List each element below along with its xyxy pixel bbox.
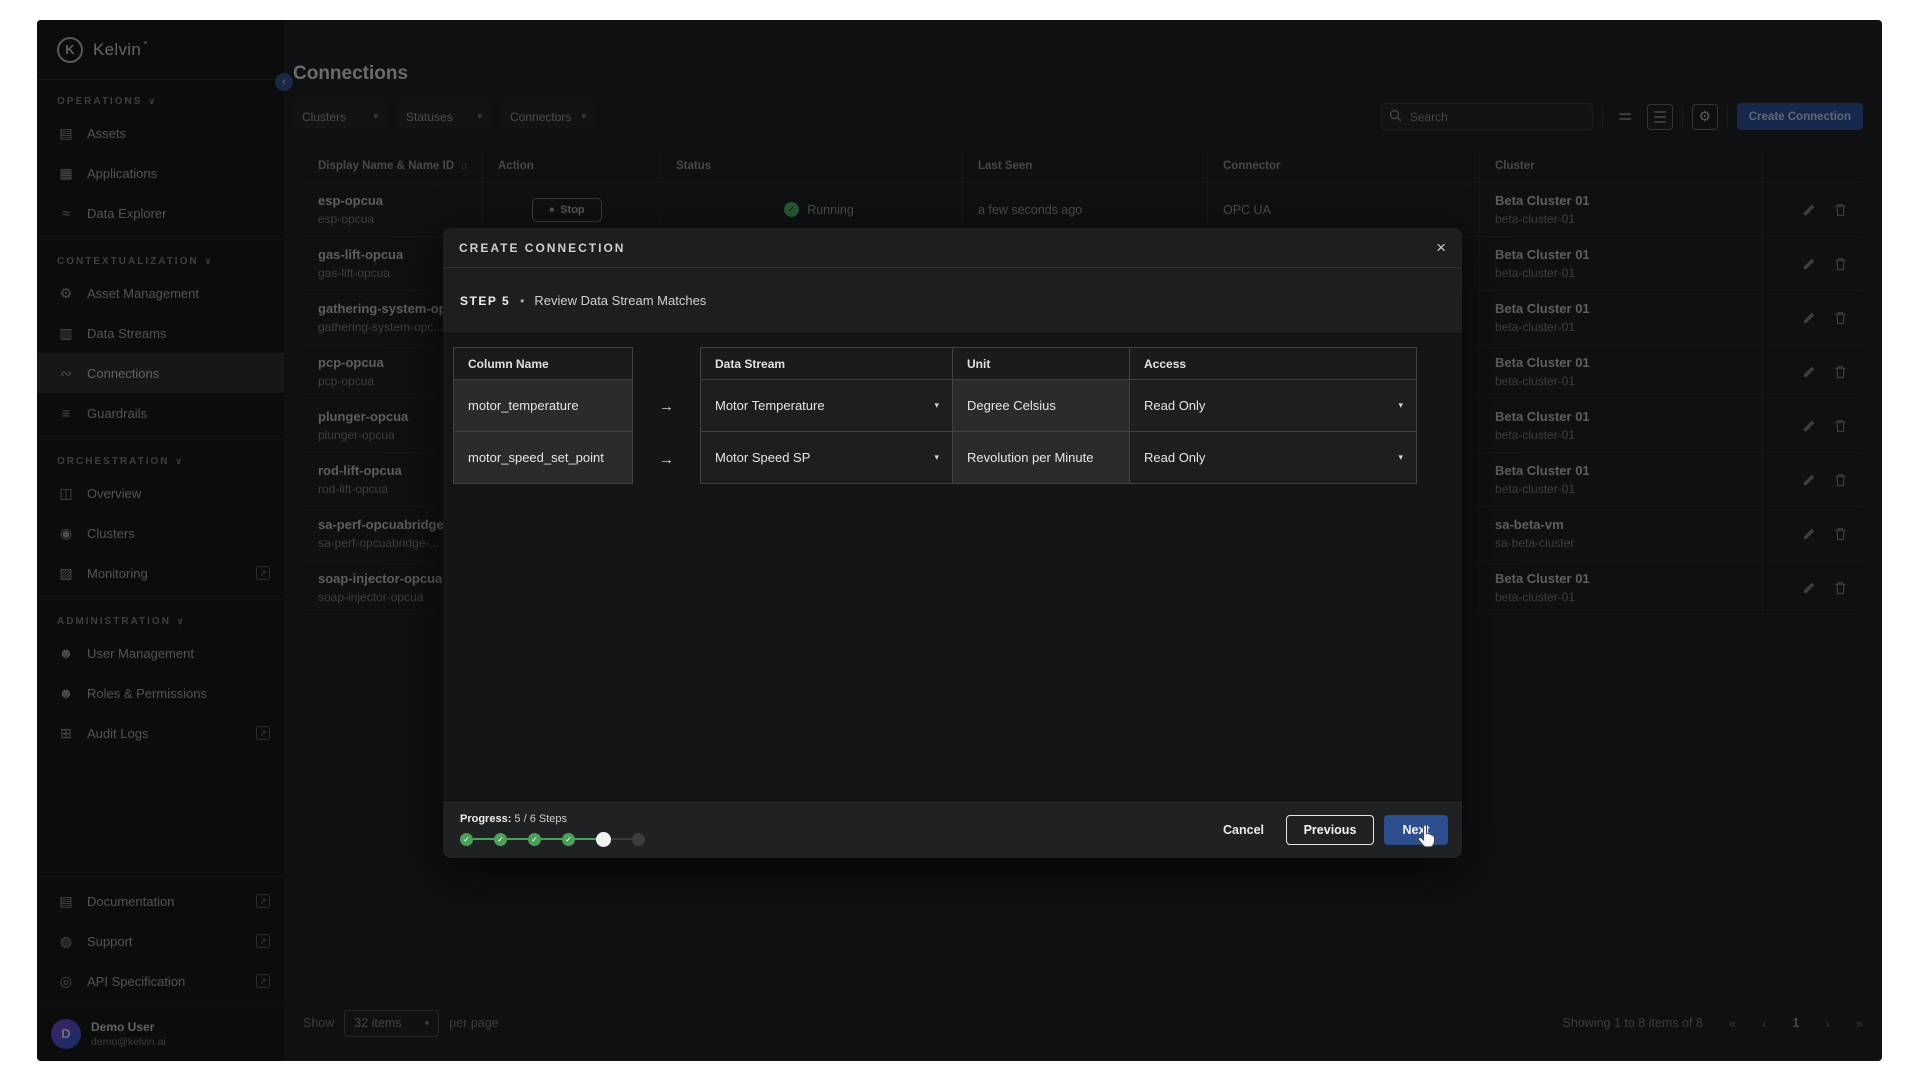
unit-header: Unit bbox=[952, 347, 1130, 380]
data-stream-match-table: Column Name motor_temperature motor_spee… bbox=[453, 347, 1462, 486]
progress-label: Progress: bbox=[460, 813, 511, 825]
app-window: K Kelvin OPERATIONS∨ ▤ Assets ▦ Applicat… bbox=[37, 20, 1882, 1061]
wizard-progress: Progress: 5 / 6 Steps ✓ ✓ ✓ ✓ bbox=[457, 813, 645, 847]
step-title: Review Data Stream Matches bbox=[534, 293, 706, 308]
data-stream-select[interactable]: Motor Temperature▾ bbox=[700, 379, 953, 432]
modal-header: CREATE CONNECTION × bbox=[443, 228, 1462, 268]
progress-value: 5 / 6 Steps bbox=[514, 813, 567, 825]
access-select[interactable]: Read Only▾ bbox=[1129, 379, 1417, 432]
unit-cell: Revolution per Minute bbox=[952, 431, 1130, 484]
previous-button[interactable]: Previous bbox=[1286, 815, 1374, 845]
column-name-cell: motor_temperature bbox=[453, 379, 633, 432]
progress-steps: ✓ ✓ ✓ ✓ bbox=[460, 832, 645, 847]
arrow-right-icon: → bbox=[633, 380, 700, 433]
modal-body: Column Name motor_temperature motor_spee… bbox=[443, 334, 1462, 800]
arrow-right-icon: → bbox=[633, 433, 700, 486]
cancel-button[interactable]: Cancel bbox=[1211, 823, 1276, 837]
column-name-cell: motor_speed_set_point bbox=[453, 431, 633, 484]
unit-cell: Degree Celsius bbox=[952, 379, 1130, 432]
step-done-icon: ✓ bbox=[494, 833, 507, 846]
column-name-header: Column Name bbox=[453, 347, 633, 380]
bullet-separator: • bbox=[520, 294, 524, 308]
next-button[interactable]: Next bbox=[1384, 815, 1448, 845]
chevron-down-icon: ▾ bbox=[934, 452, 939, 463]
create-connection-modal: CREATE CONNECTION × STEP 5 • Review Data… bbox=[443, 228, 1462, 858]
modal-footer: Progress: 5 / 6 Steps ✓ ✓ ✓ ✓ Cancel Pre… bbox=[443, 800, 1462, 858]
data-stream-header: Data Stream bbox=[700, 347, 953, 380]
step-done-icon: ✓ bbox=[528, 833, 541, 846]
access-header: Access bbox=[1129, 347, 1417, 380]
chevron-down-icon: ▾ bbox=[1398, 400, 1403, 411]
step-todo-icon bbox=[632, 833, 645, 846]
access-select[interactable]: Read Only▾ bbox=[1129, 431, 1417, 484]
chevron-down-icon: ▾ bbox=[934, 400, 939, 411]
step-current-icon bbox=[596, 832, 611, 847]
step-done-icon: ✓ bbox=[460, 833, 473, 846]
spacer bbox=[633, 347, 700, 380]
step-label: STEP 5 bbox=[460, 294, 510, 308]
modal-title: CREATE CONNECTION bbox=[459, 241, 625, 255]
data-stream-select[interactable]: Motor Speed SP▾ bbox=[700, 431, 953, 484]
chevron-down-icon: ▾ bbox=[1398, 452, 1403, 463]
wizard-step-header: STEP 5 • Review Data Stream Matches bbox=[443, 268, 1462, 334]
close-icon[interactable]: × bbox=[1436, 239, 1446, 256]
step-done-icon: ✓ bbox=[562, 833, 575, 846]
